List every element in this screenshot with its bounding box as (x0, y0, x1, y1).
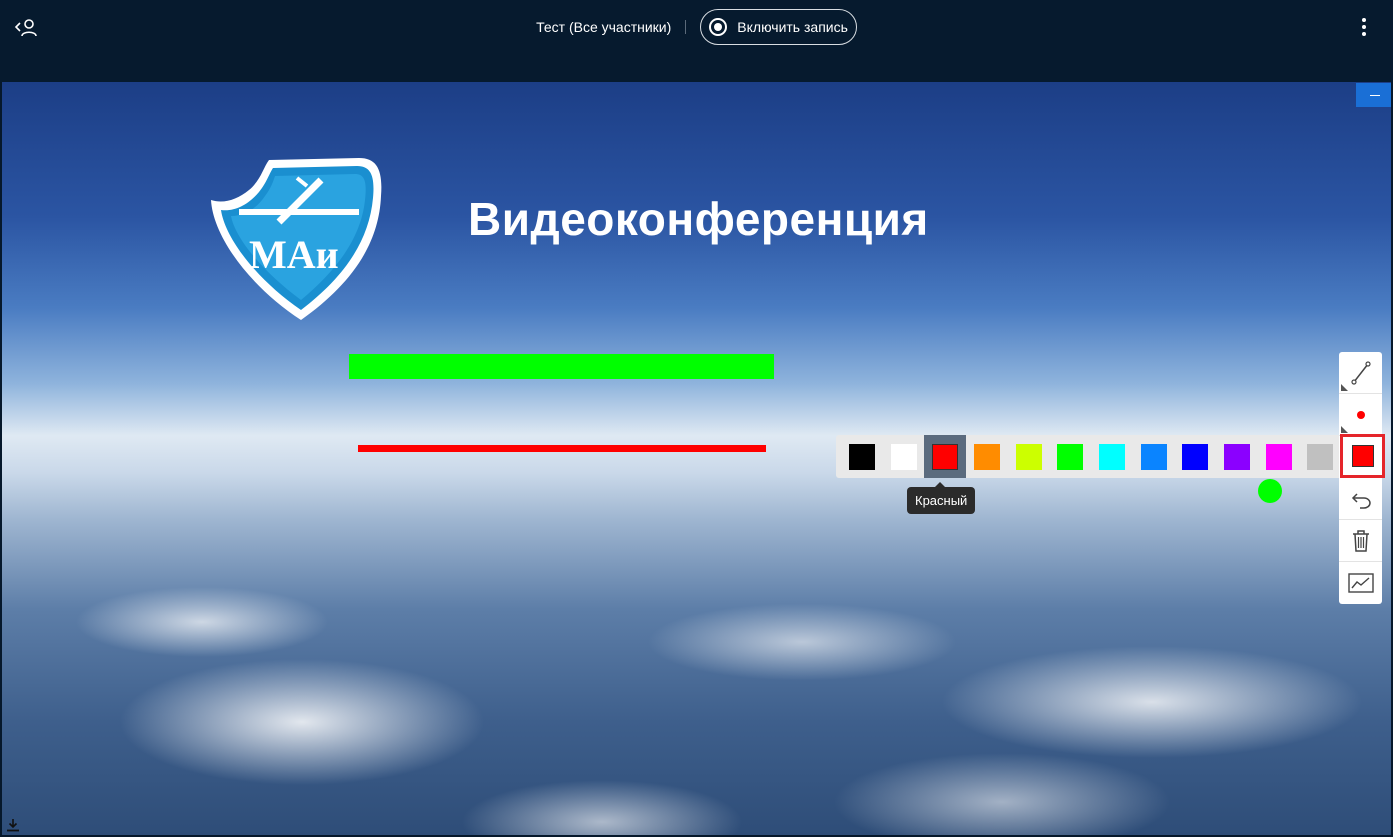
color-swatch-fill (848, 443, 875, 470)
color-palette (836, 435, 1341, 478)
submenu-corner (1341, 426, 1348, 433)
red-line-annotation (358, 445, 766, 452)
brush-size-icon (1356, 410, 1365, 419)
color-swatch-fill (1265, 443, 1292, 470)
trash-icon (1352, 529, 1369, 552)
color-swatch[interactable] (1174, 435, 1216, 478)
color-swatch[interactable] (883, 435, 925, 478)
drawing-toolbar (1339, 352, 1382, 604)
color-picker-button[interactable] (1340, 434, 1385, 478)
color-swatch[interactable] (1008, 435, 1050, 478)
green-line-annotation (349, 354, 774, 379)
selected-color-icon (1351, 445, 1374, 467)
color-swatch[interactable] (1133, 435, 1175, 478)
line-tool-icon (1350, 360, 1371, 385)
color-swatch-fill (932, 443, 959, 470)
brush-size-button[interactable] (1339, 394, 1382, 436)
color-swatch-fill (1223, 443, 1250, 470)
chart-button[interactable] (1339, 562, 1382, 604)
color-swatch[interactable] (1258, 435, 1300, 478)
color-swatch-fill (1182, 443, 1209, 470)
meeting-title: Тест (Все участники) (536, 19, 672, 35)
mai-logo: МАи (211, 158, 382, 320)
color-tooltip: Красный (907, 482, 976, 514)
top-bar: Тест (Все участники) Включить запись (0, 0, 1393, 82)
slide-title: Видеоконференция (468, 193, 929, 245)
minimize-slide-button[interactable] (1356, 83, 1391, 107)
record-button[interactable]: Включить запись (700, 9, 857, 45)
color-swatch-fill (1057, 443, 1084, 470)
record-button-label: Включить запись (737, 19, 848, 35)
color-swatch[interactable] (1091, 435, 1133, 478)
submenu-corner (1341, 384, 1348, 391)
color-swatch-fill (1307, 443, 1334, 470)
chart-icon (1347, 573, 1374, 593)
pointer-dot (1258, 479, 1282, 503)
title-separator (685, 20, 687, 34)
color-swatch[interactable] (966, 435, 1008, 478)
record-icon (709, 18, 728, 36)
color-swatch[interactable] (1216, 435, 1258, 478)
color-swatch-fill (1098, 443, 1125, 470)
color-swatch[interactable] (1049, 435, 1091, 478)
clear-button[interactable] (1339, 520, 1382, 562)
color-swatch-fill (890, 443, 917, 470)
undo-icon (1351, 492, 1371, 509)
undo-button[interactable] (1339, 478, 1382, 520)
logo-text: МАи (249, 232, 339, 277)
download-icon[interactable] (6, 818, 20, 832)
line-tool-button[interactable] (1339, 352, 1382, 394)
color-swatch-fill (973, 443, 1000, 470)
more-menu-button[interactable] (1352, 14, 1376, 40)
color-swatch-fill (1140, 443, 1167, 470)
color-swatch[interactable] (924, 435, 967, 478)
color-swatch[interactable] (1299, 435, 1341, 478)
color-swatch[interactable] (841, 435, 883, 478)
color-swatch-fill (1015, 443, 1042, 470)
more-dots-icon (1362, 18, 1366, 22)
